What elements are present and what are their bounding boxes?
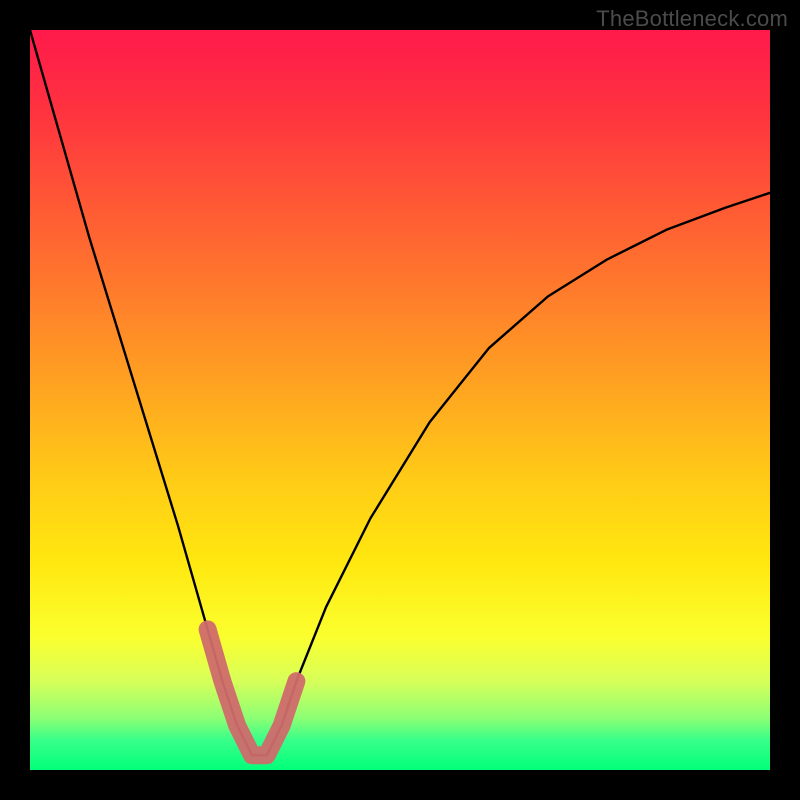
bottleneck-curve	[30, 30, 770, 755]
chart-stage: TheBottleneck.com	[0, 0, 800, 800]
optimal-region-highlight	[208, 629, 297, 755]
watermark-text: TheBottleneck.com	[596, 6, 788, 32]
curve-layer	[30, 30, 770, 770]
plot-area	[30, 30, 770, 770]
